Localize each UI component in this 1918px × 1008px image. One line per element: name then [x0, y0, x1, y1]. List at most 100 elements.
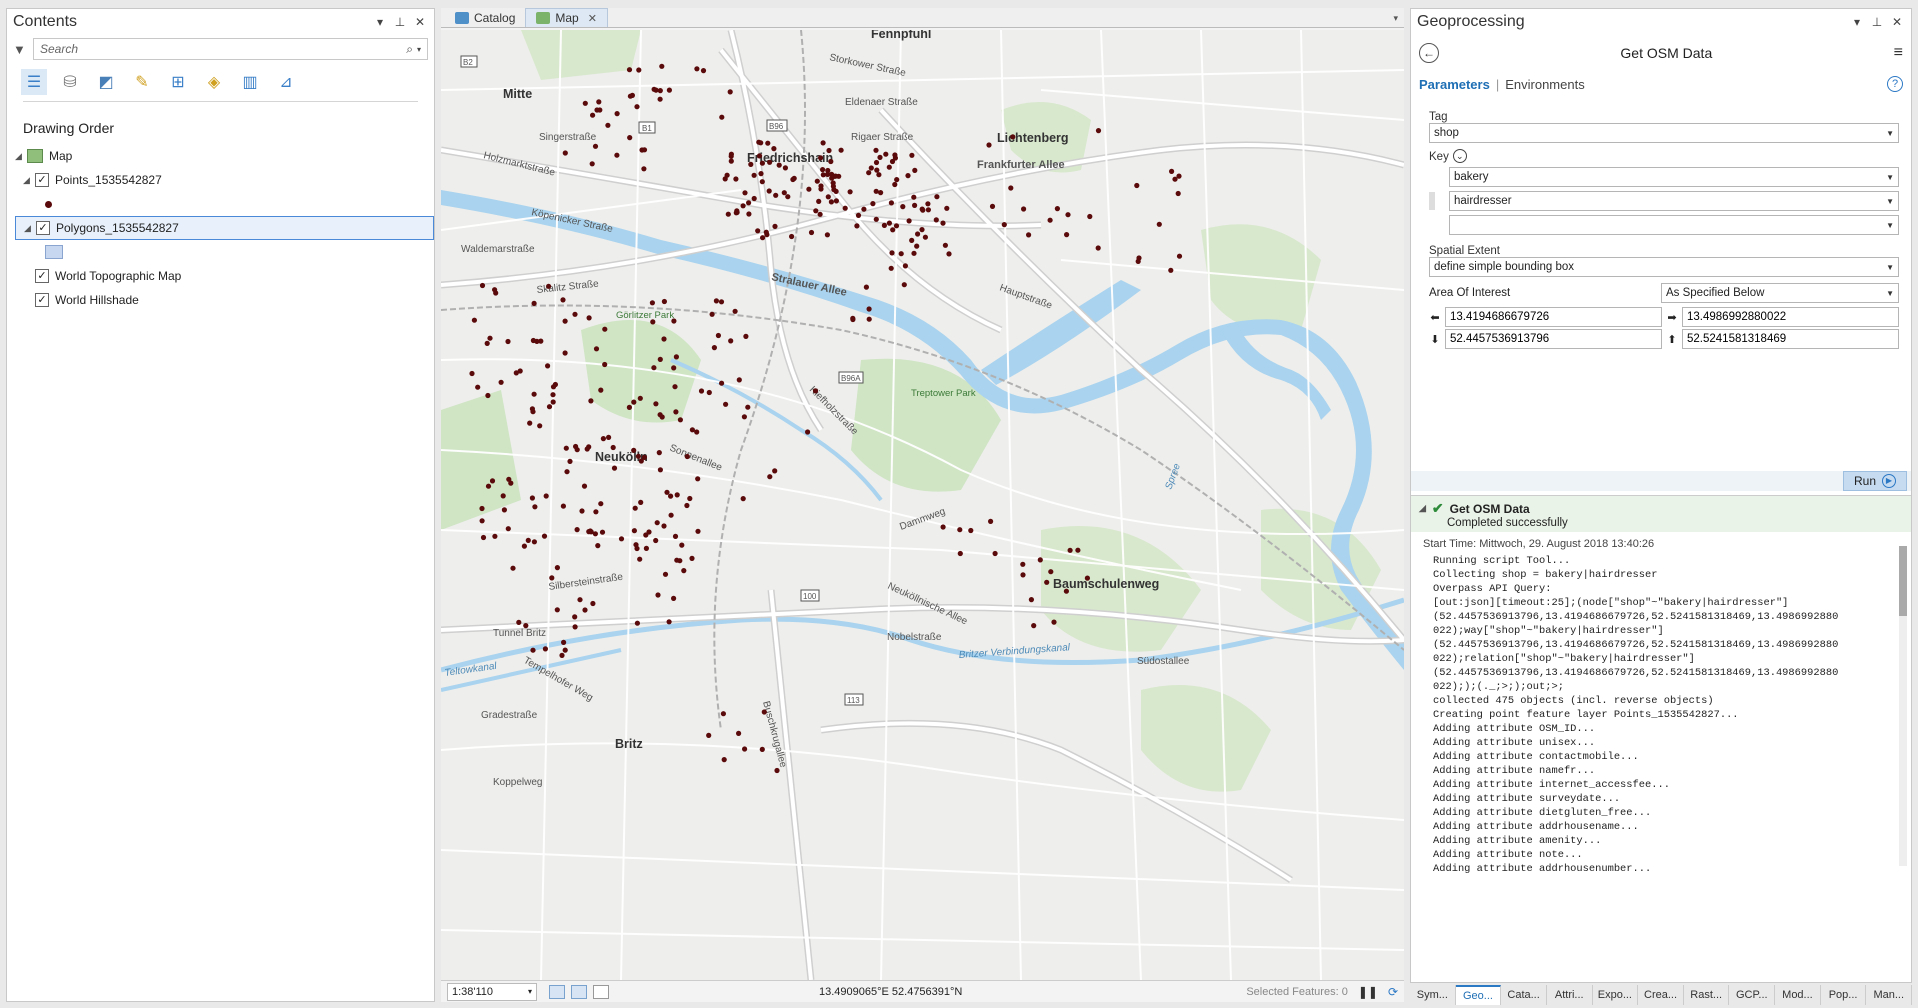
key-select[interactable]: bakery ▼ [1449, 167, 1899, 187]
aoi-mode-select[interactable]: As Specified Below ▼ [1661, 283, 1899, 303]
osm-point[interactable] [785, 194, 791, 200]
osm-point[interactable] [634, 620, 640, 626]
osm-point[interactable] [820, 140, 826, 146]
osm-point[interactable] [889, 158, 896, 165]
osm-point[interactable] [721, 757, 727, 763]
osm-point[interactable] [1176, 253, 1183, 259]
osm-point[interactable] [510, 565, 516, 571]
osm-point[interactable] [1020, 572, 1026, 578]
osm-point[interactable] [475, 384, 481, 390]
close-icon[interactable]: ✕ [412, 15, 428, 29]
chevron-down-icon[interactable]: ▼ [1886, 221, 1894, 230]
osm-point[interactable] [736, 377, 742, 383]
osm-point[interactable] [831, 173, 838, 179]
osm-point[interactable] [861, 206, 867, 212]
osm-point[interactable] [873, 159, 880, 166]
osm-point[interactable] [818, 155, 824, 161]
osm-point[interactable] [527, 420, 533, 426]
osm-point[interactable] [759, 179, 765, 185]
osm-point[interactable] [479, 282, 486, 289]
osm-point[interactable] [635, 453, 641, 459]
osm-point[interactable] [653, 537, 659, 544]
bottom-tab[interactable]: Mod... [1775, 985, 1821, 1005]
osm-point[interactable] [813, 208, 819, 214]
osm-point[interactable] [842, 205, 848, 211]
list-by-editing-icon[interactable]: ✎ [129, 69, 155, 95]
osm-point[interactable] [661, 523, 667, 529]
osm-point[interactable] [808, 229, 815, 236]
osm-point[interactable] [992, 550, 998, 557]
osm-point[interactable] [1001, 222, 1007, 228]
osm-point[interactable] [1047, 217, 1053, 223]
osm-point[interactable] [563, 445, 569, 451]
osm-point[interactable] [550, 399, 556, 405]
osm-point[interactable] [886, 220, 892, 226]
osm-point[interactable] [900, 204, 906, 210]
osm-point[interactable] [933, 217, 939, 223]
osm-point[interactable] [889, 250, 895, 256]
layer-checkbox[interactable]: ✓ [35, 293, 49, 307]
list-by-drawing-order-icon[interactable]: ☰ [21, 69, 47, 95]
osm-point[interactable] [814, 178, 820, 184]
osm-point[interactable] [820, 172, 826, 178]
osm-point[interactable] [706, 389, 712, 396]
osm-point[interactable] [653, 401, 659, 407]
osm-point[interactable] [873, 147, 879, 153]
osm-point[interactable] [1021, 206, 1027, 212]
osm-point[interactable] [727, 89, 733, 95]
tree-item-topo[interactable]: ✓ World Topographic Map [15, 264, 434, 288]
osm-point[interactable] [659, 63, 665, 69]
osm-point[interactable] [657, 88, 663, 94]
osm-point[interactable] [833, 198, 839, 204]
south-input[interactable] [1445, 329, 1662, 349]
osm-point[interactable] [602, 361, 608, 368]
osm-point[interactable] [736, 730, 742, 737]
osm-point[interactable] [698, 388, 705, 394]
osm-point[interactable] [674, 492, 680, 498]
osm-point[interactable] [1084, 575, 1090, 581]
osm-point[interactable] [816, 198, 822, 204]
osm-point[interactable] [530, 647, 536, 653]
osm-point[interactable] [855, 212, 862, 218]
osm-point[interactable] [505, 526, 511, 532]
osm-point[interactable] [922, 234, 928, 240]
osm-point[interactable] [600, 436, 606, 442]
osm-point[interactable] [651, 86, 657, 92]
osm-point[interactable] [661, 336, 667, 342]
osm-point[interactable] [631, 447, 637, 453]
osm-point[interactable] [725, 211, 731, 217]
osm-point[interactable] [605, 122, 611, 128]
osm-point[interactable] [751, 172, 757, 178]
osm-point[interactable] [912, 202, 918, 208]
osm-point[interactable] [594, 107, 600, 113]
osm-point[interactable] [673, 409, 679, 415]
tab-map[interactable]: Map ✕ [525, 8, 608, 27]
osm-point[interactable] [1095, 128, 1102, 134]
tag-select[interactable]: shop ▼ [1429, 123, 1899, 143]
osm-point[interactable] [593, 509, 599, 515]
osm-point[interactable] [751, 195, 757, 202]
pause-drawing-icon[interactable]: ❚❚ [1358, 985, 1378, 999]
osm-point[interactable] [883, 151, 889, 157]
chevron-down-icon[interactable]: ▼ [1886, 173, 1894, 182]
osm-point[interactable] [590, 600, 596, 607]
osm-point[interactable] [914, 243, 920, 249]
osm-point[interactable] [789, 233, 795, 240]
chevron-down-icon[interactable]: ▼ [1886, 263, 1894, 272]
osm-point[interactable] [1067, 547, 1073, 553]
osm-point[interactable] [854, 223, 860, 229]
osm-point[interactable] [774, 767, 780, 774]
osm-point[interactable] [689, 555, 695, 562]
osm-point[interactable] [627, 135, 633, 141]
osm-point[interactable] [560, 297, 566, 303]
osm-point[interactable] [1044, 579, 1050, 585]
osm-point[interactable] [824, 232, 830, 238]
osm-point[interactable] [772, 223, 778, 229]
osm-point[interactable] [602, 326, 608, 332]
osm-point[interactable] [892, 152, 898, 158]
osm-point[interactable] [695, 476, 701, 482]
osm-point[interactable] [911, 250, 917, 256]
osm-point[interactable] [469, 370, 475, 377]
osm-point[interactable] [1020, 561, 1026, 567]
osm-point[interactable] [567, 458, 573, 464]
